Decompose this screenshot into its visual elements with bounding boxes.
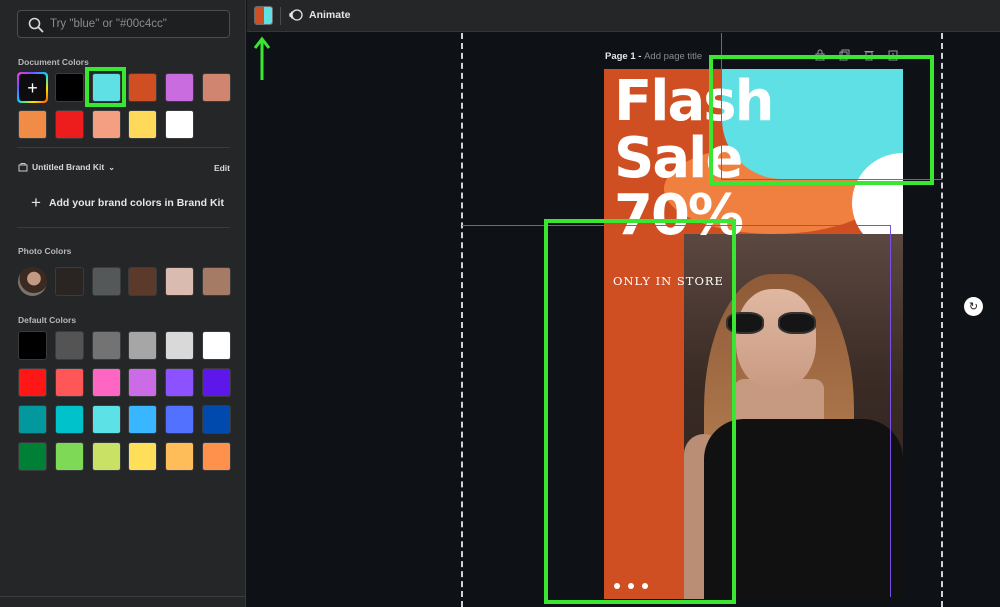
guide-line (941, 33, 943, 607)
add-color-button[interactable]: + (17, 72, 48, 103)
color-swatch[interactable] (202, 405, 231, 434)
add-brand-colors-button[interactable]: + Add your brand colors in Brand Kit (31, 193, 224, 213)
arrow-up-icon (253, 36, 271, 80)
selected-color-highlight (85, 67, 126, 107)
page-label: Page 1 - Add page title (605, 51, 702, 62)
color-swatch[interactable] (128, 267, 158, 296)
color-swatch[interactable] (54, 73, 84, 102)
color-swatch[interactable] (91, 267, 121, 296)
default-colors-title: Default Colors (18, 315, 77, 325)
color-swatch[interactable] (165, 405, 195, 434)
guide-line (461, 33, 463, 607)
document-colors-title: Document Colors (18, 57, 89, 67)
color-swatch[interactable] (91, 110, 121, 139)
color-swatch[interactable] (54, 110, 84, 139)
color-swatch[interactable] (18, 331, 47, 360)
brand-kit-icon (18, 163, 28, 172)
brand-kit-dropdown[interactable]: Untitled Brand Kit ⌄ (18, 162, 115, 172)
color-swatch[interactable] (128, 368, 158, 397)
color-swatch[interactable] (165, 110, 195, 139)
color-swatch[interactable] (54, 368, 84, 397)
animate-icon (289, 9, 303, 21)
divider (17, 147, 230, 148)
color-panel: Document Colors + Untitled Brand Kit ⌄ E… (0, 0, 246, 607)
photo-thumbnail[interactable] (18, 267, 47, 296)
color-swatch[interactable] (18, 110, 47, 139)
color-swatch[interactable] (18, 368, 47, 397)
color-swatch[interactable] (202, 331, 231, 360)
color-swatch[interactable] (202, 73, 231, 102)
color-swatch[interactable] (165, 442, 195, 471)
color-swatch[interactable] (128, 73, 158, 102)
color-chip (255, 7, 264, 24)
color-swatch[interactable] (54, 267, 84, 296)
brand-kit-row: Untitled Brand Kit ⌄ Edit (18, 162, 230, 178)
color-swatch[interactable] (202, 368, 231, 397)
color-swatch[interactable] (91, 331, 121, 360)
selection-guide (890, 225, 891, 597)
color-swatch[interactable] (128, 110, 158, 139)
color-swatch[interactable] (128, 442, 158, 471)
chevron-down-icon: ⌄ (108, 162, 115, 172)
plus-icon: + (31, 193, 41, 212)
color-swatch[interactable] (54, 331, 84, 360)
color-swatch[interactable] (165, 331, 195, 360)
color-swatch[interactable] (202, 267, 231, 296)
color-swatch[interactable] (165, 73, 195, 102)
color-swatch[interactable] (18, 405, 47, 434)
plus-icon: + (27, 77, 38, 98)
color-swatch[interactable] (54, 405, 84, 434)
divider (17, 227, 230, 228)
color-swatch[interactable] (165, 368, 195, 397)
rotate-icon[interactable]: ↻ (964, 297, 983, 316)
color-swatch[interactable] (165, 267, 195, 296)
highlight-box-teal (709, 55, 934, 185)
color-chip (263, 7, 272, 24)
toolbar-divider (280, 7, 281, 25)
color-search-input[interactable] (50, 14, 225, 34)
highlight-box-orange (544, 219, 736, 604)
color-swatch[interactable] (91, 368, 121, 397)
color-swatch[interactable] (91, 442, 121, 471)
animate-label: Animate (309, 9, 351, 21)
add-brand-colors-label: Add your brand colors in Brand Kit (48, 197, 224, 209)
text-color-button[interactable] (254, 6, 273, 25)
divider (0, 596, 246, 597)
photo-colors-title: Photo Colors (18, 246, 72, 256)
page-number: Page 1 - (605, 51, 645, 62)
color-swatch[interactable] (202, 442, 231, 471)
color-swatch[interactable] (128, 331, 158, 360)
editor-toolbar: Animate (247, 0, 1000, 32)
brand-kit-name: Untitled Brand Kit (32, 162, 105, 172)
brand-kit-edit-button[interactable]: Edit (214, 163, 230, 173)
search-icon (28, 17, 44, 33)
animate-button[interactable]: Animate (289, 8, 350, 22)
color-swatch[interactable] (54, 442, 84, 471)
color-search[interactable] (17, 10, 230, 38)
page-title-input[interactable]: Add page title (644, 51, 702, 62)
color-swatch[interactable] (18, 442, 47, 471)
color-swatch[interactable] (128, 405, 158, 434)
color-swatch[interactable] (91, 405, 121, 434)
